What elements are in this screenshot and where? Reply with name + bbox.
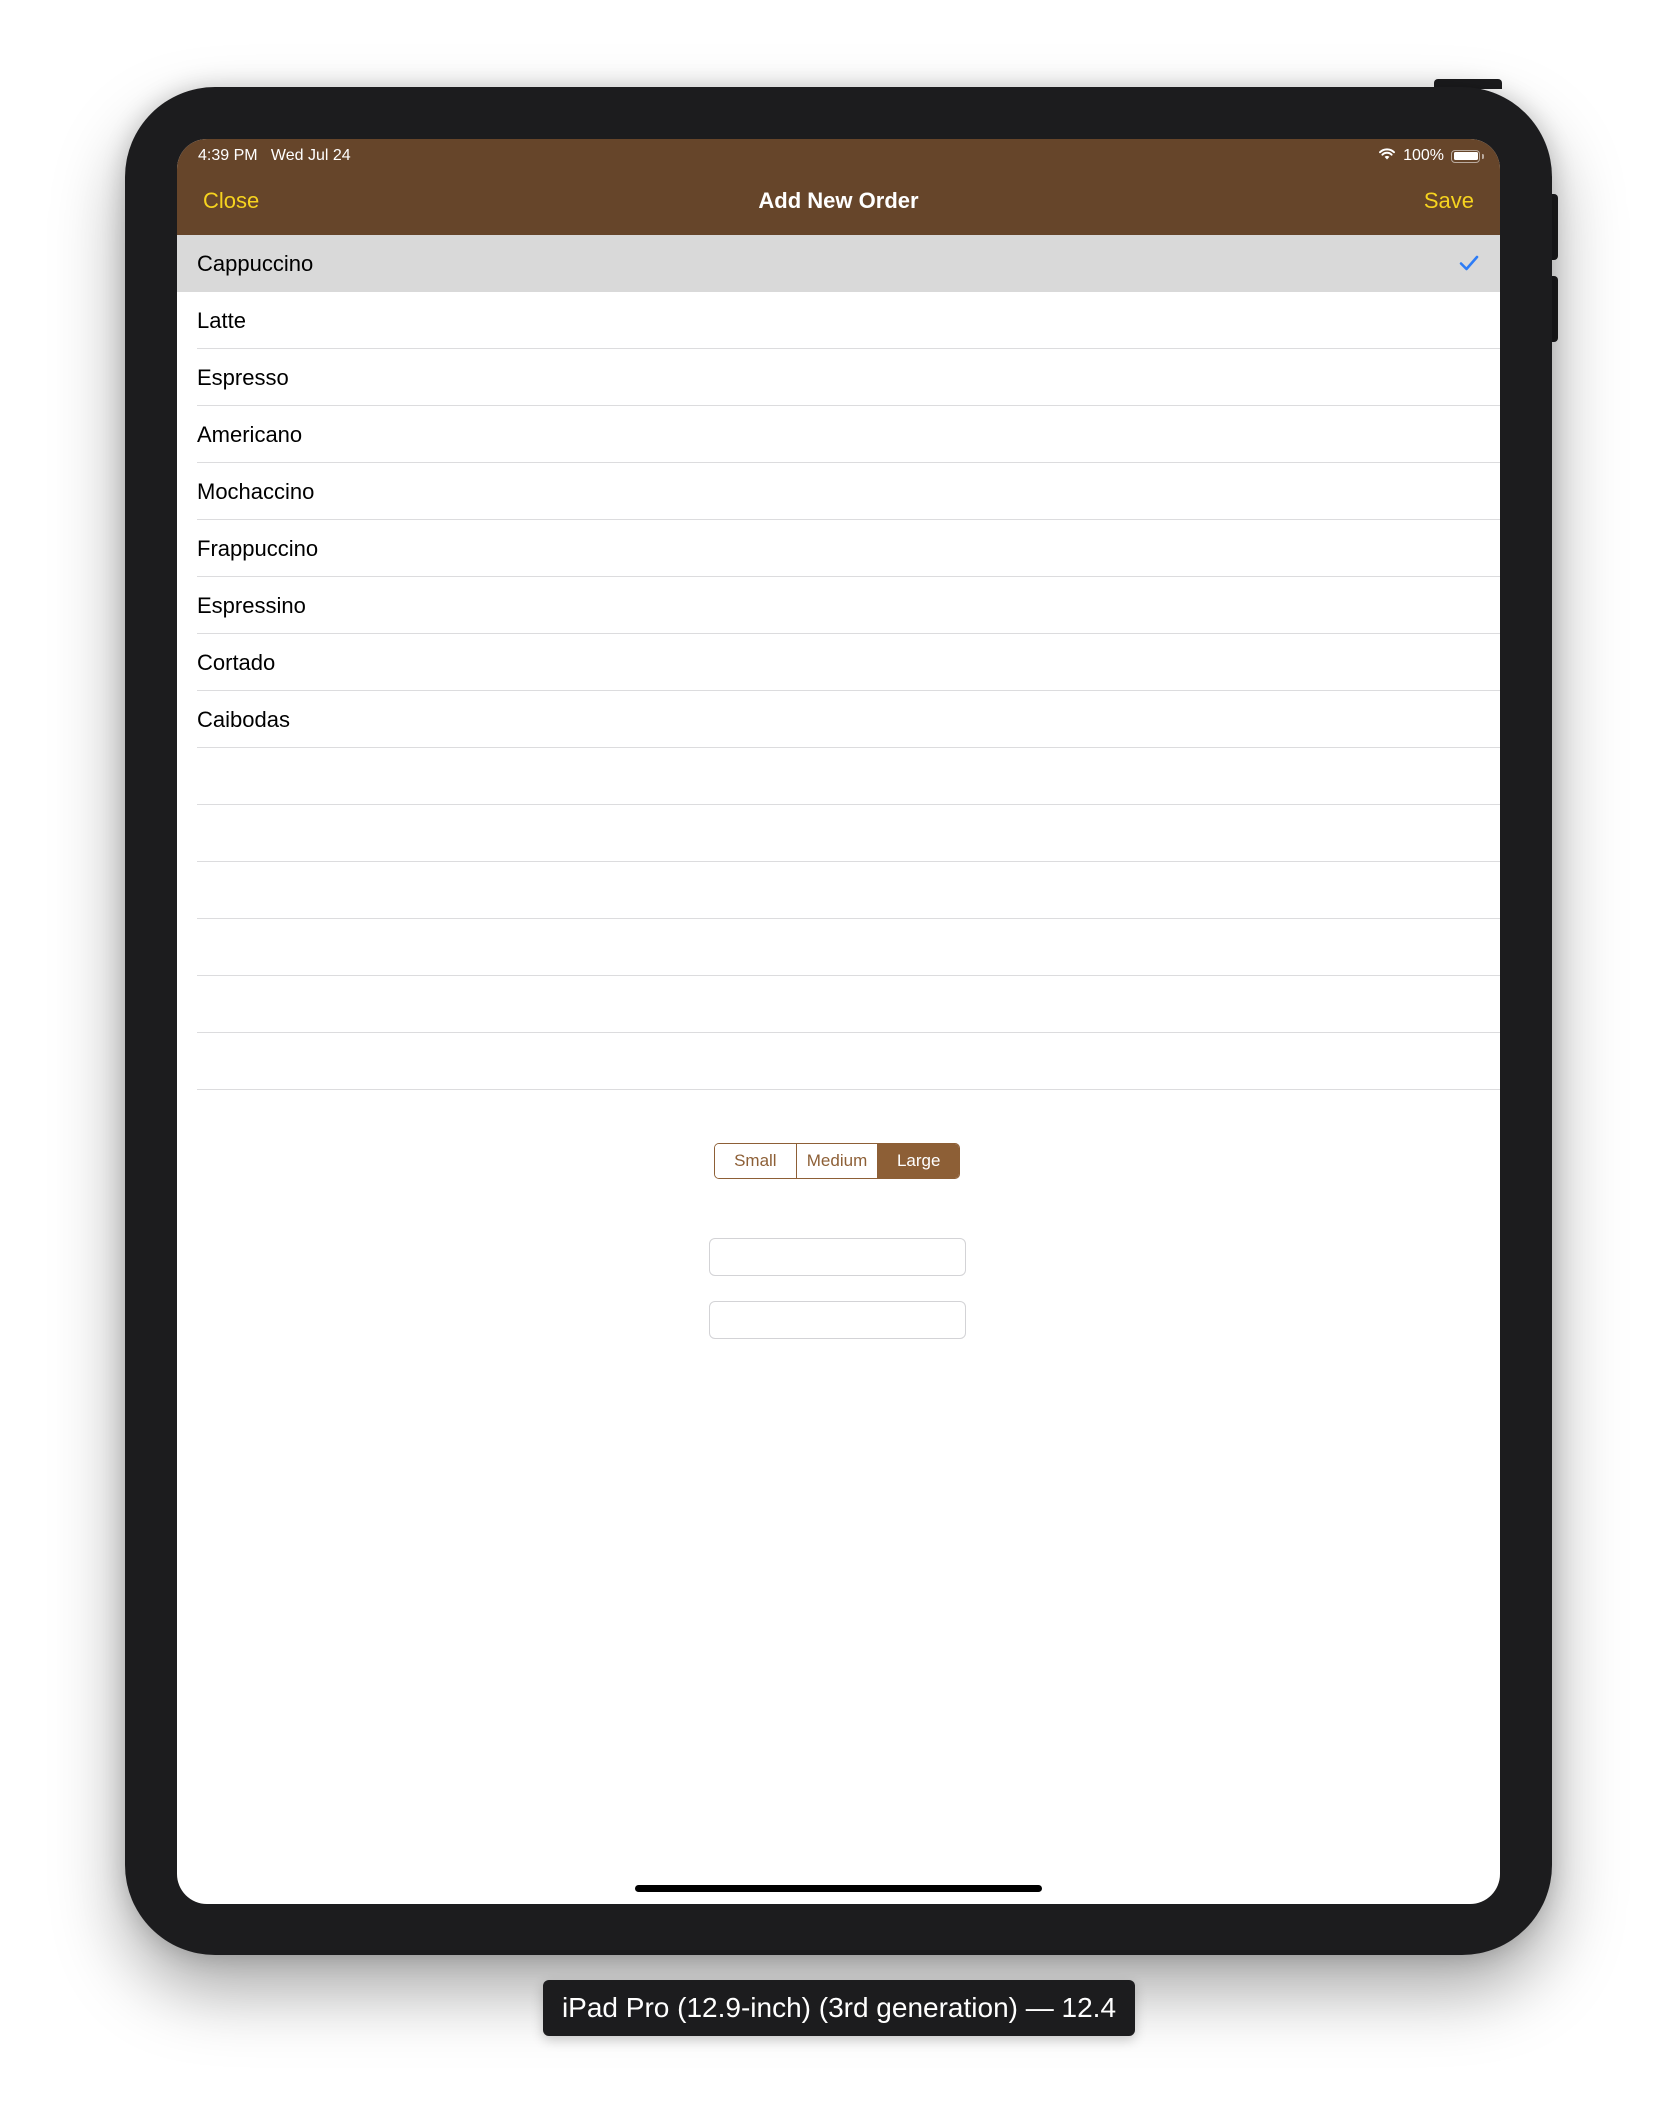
page-title: Add New Order [758,188,919,213]
size-option-medium[interactable]: Medium [795,1144,878,1178]
size-segmented-control: Small Medium Large [714,1143,960,1179]
empty-list-row [177,1033,1500,1090]
status-time: 4:39 PM Wed Jul 24 [198,147,351,164]
wifi-icon [1378,147,1396,165]
list-item-espresso[interactable]: Espresso [177,349,1500,406]
list-item-label: Mochaccino [197,479,315,504]
list-item-americano[interactable]: Americano [177,406,1500,463]
empty-list-row [177,805,1500,862]
list-item-label: Frappuccino [197,536,319,561]
list-item-label: Espresso [197,365,289,390]
list-item-label: Americano [197,422,303,447]
list-item-label: Latte [197,308,246,333]
status-indicators: 100% [1378,145,1484,167]
list-item-caibodas[interactable]: Caibodas [177,691,1500,748]
list-item-label: Caibodas [197,707,290,732]
battery-percent: 100% [1403,147,1444,164]
size-option-large[interactable]: Large [877,1144,959,1178]
empty-list-row [177,862,1500,919]
order-text-field-2[interactable] [709,1301,966,1339]
order-text-field-1[interactable] [709,1238,966,1276]
list-item-label: Cortado [197,650,276,675]
navigation-bar: 4:39 PM Wed Jul 24 100% Close Add New Or… [177,139,1500,235]
empty-list-row [177,919,1500,976]
list-item-cappuccino[interactable]: Cappuccino [177,235,1500,292]
list-item-label: Espressino [197,593,306,618]
simulator-window: 4:39 PM Wed Jul 24 100% Close Add New Or… [0,0,1676,2114]
list-item-cortado[interactable]: Cortado [177,634,1500,691]
empty-list-row [177,748,1500,805]
empty-list-row [177,976,1500,1033]
list-item-label: Cappuccino [197,251,314,276]
list-item-frappuccino[interactable]: Frappuccino [177,520,1500,577]
save-button[interactable]: Save [1424,187,1474,215]
list-item-espressino[interactable]: Espressino [177,577,1500,634]
coffee-list: Cappuccino Latte Espresso Americano Moch… [177,235,1500,1090]
home-indicator[interactable] [635,1885,1042,1892]
list-item-mochaccino[interactable]: Mochaccino [177,463,1500,520]
battery-full-icon [1451,149,1484,163]
list-item-latte[interactable]: Latte [177,292,1500,349]
size-option-small[interactable]: Small [715,1144,796,1178]
checkmark-icon [1459,255,1479,271]
device-caption: iPad Pro (12.9-inch) (3rd generation) — … [543,1980,1135,2036]
device-screen: 4:39 PM Wed Jul 24 100% Close Add New Or… [177,139,1500,1904]
